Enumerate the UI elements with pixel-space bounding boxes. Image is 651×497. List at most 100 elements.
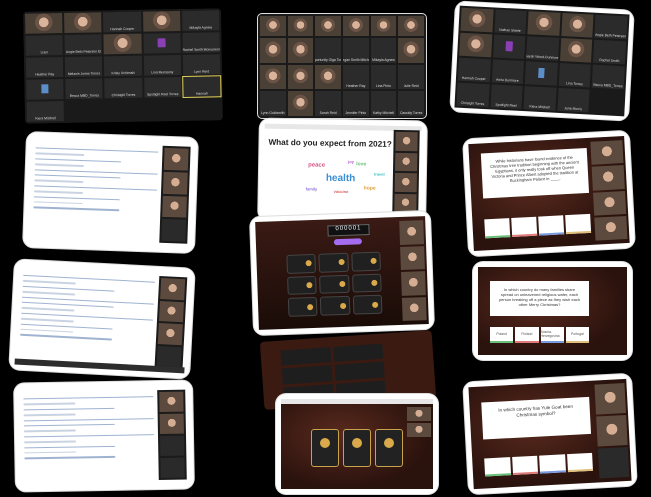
participant-name: Christgirl Torres xyxy=(111,92,136,98)
participant-name: Liam xyxy=(40,50,49,55)
participant-tile: Lina Torres xyxy=(558,62,592,88)
quiz-question-2: In which country do many families share … xyxy=(490,281,589,317)
participant-tile: Spotlight Reel xyxy=(490,84,523,110)
participant-tile: Christgirl Torres xyxy=(104,77,143,99)
participant-name: Mikayla Agnew xyxy=(189,25,213,30)
participant-tile xyxy=(492,34,526,60)
start-button[interactable] xyxy=(333,238,363,246)
word-cloud-card: What do you expect from 2021? health peac… xyxy=(258,118,427,224)
participant-tile: Lina Munsamy xyxy=(143,54,181,76)
participant-tile: Sarah Reid xyxy=(315,91,341,116)
participant-tile: Heather Ray xyxy=(342,64,369,90)
participant-tile: Sarah Wood-Dunmore xyxy=(526,36,560,61)
participant-tile: Becca MBD_Torres xyxy=(65,78,103,100)
word-cloud-title: What do you expect from 2021? xyxy=(268,137,392,149)
participant-name: Hannah Cooper xyxy=(110,26,135,32)
participant-name: Angie Beth Petersen Et xyxy=(65,49,102,54)
participant-tile: Jane Morris xyxy=(557,87,590,113)
participant-tile xyxy=(142,10,181,32)
participant-tile: Rachel Smith xyxy=(593,39,627,65)
participant-name: Kiera Mitchell xyxy=(35,116,56,121)
card-game-card xyxy=(276,394,438,494)
participant-name: Jennifer Pinto xyxy=(345,111,367,115)
participant-name: Mikayla Agnew xyxy=(372,57,395,62)
participant-name: Melanie Jones Torres xyxy=(67,71,101,76)
answer-4[interactable]: Portugal xyxy=(565,327,589,343)
participant-name: Megan Smith Mitchell xyxy=(343,57,369,62)
participant-tile: Mikayla Agnew xyxy=(181,10,220,31)
participant-tile: Angie Beth Petersen xyxy=(594,14,628,40)
participant-tile xyxy=(260,16,286,36)
participant-name: Nathan Steele xyxy=(499,27,521,33)
answer-3[interactable]: Bosnia-Herzegovina xyxy=(540,327,564,343)
answer-1[interactable]: Poland xyxy=(490,327,514,343)
participant-tile: Hannah Cooper xyxy=(103,11,141,33)
participant-name: Jane Morris xyxy=(564,106,583,112)
participant-tile: Kathy Mitchell xyxy=(370,91,397,116)
word-cloud-word: vaccine xyxy=(333,188,349,195)
word-cloud-word: love xyxy=(356,161,367,168)
participant-name: Sarah Wood-Dunmore xyxy=(526,54,560,60)
word-cloud: health peace love hope family vaccine travel jo… xyxy=(304,158,395,200)
answer-2[interactable]: Finland xyxy=(515,327,539,343)
participant-name: Rachel Smith Monument xyxy=(182,47,220,52)
participant-tile: Angie Beth Petersen Et xyxy=(64,34,103,56)
participant-name: Lina Munsamy xyxy=(151,70,174,75)
participant-tile xyxy=(25,13,63,34)
chat-doc-card-2 xyxy=(9,259,195,379)
participant-tile xyxy=(398,16,424,36)
participant-tile: Mikayla Agnew xyxy=(370,37,397,63)
participant-tile: Lynn Reid xyxy=(182,54,221,75)
participant-tile: Hannah Cooper xyxy=(457,57,491,83)
participant-tile xyxy=(287,37,314,63)
participant-name: Angie Beth Petersen xyxy=(594,32,627,39)
quiz-question-1: While historians have found evidence of … xyxy=(480,147,590,199)
word-cloud-word: family xyxy=(305,186,318,192)
quiz-card-2: In which country do many families share … xyxy=(473,262,632,360)
participant-tile: Julie Reid xyxy=(398,64,424,90)
participant-name: Spotlight Reel xyxy=(495,102,517,108)
participant-tile xyxy=(398,37,424,63)
word-cloud-word: health xyxy=(325,172,356,185)
participant-tile xyxy=(287,91,314,116)
participant-name: Hannah xyxy=(195,91,208,96)
participant-name: Sarah Reid xyxy=(319,111,337,115)
game-score: 000001 xyxy=(327,224,370,237)
participant-name: Lina Torres xyxy=(565,81,583,87)
participant-name: Christgirl Torres xyxy=(460,100,485,107)
participant-name: Opportunity Olga Torres xyxy=(315,57,341,62)
participant-name: Becca MBD_Torres xyxy=(593,82,623,89)
participant-tile: Hannah xyxy=(181,75,222,98)
participant-tile xyxy=(524,61,558,86)
participant-tile: Spotlight Reel Torres xyxy=(143,76,182,98)
participant-tile: Christgirl Torres xyxy=(456,82,490,108)
participant-name: Becca MBD_Torres xyxy=(69,93,99,98)
word-cloud-word: hope xyxy=(363,185,376,192)
zoom-gallery-left: Hannah Cooper Mikayla Agnew Liam Angie Beth… xyxy=(23,8,223,124)
participant-name: Julie Reid xyxy=(403,84,419,89)
participant-name: Lynn Reid xyxy=(193,69,210,74)
participant-name: Cassidy Torres xyxy=(399,111,423,115)
participant-tile xyxy=(459,32,492,58)
participant-name: Rachel Smith xyxy=(599,57,620,64)
word-cloud-word: travel xyxy=(373,171,385,177)
participant-tile xyxy=(315,64,341,90)
participant-tile: Kristy Uchimaki xyxy=(104,55,142,77)
participant-tile: Becca MBD_Torres xyxy=(592,64,625,90)
quiz-card-3: In which country has Yule Goat been Chri… xyxy=(463,373,637,495)
participant-tile: Lynn Goldsmith xyxy=(260,91,286,116)
participant-name: Kristy Uchimaki xyxy=(111,70,135,76)
participant-name: Spotlight Reel Torres xyxy=(146,92,179,97)
participant-tile: Heather Ray xyxy=(25,57,64,78)
participant-tile: Kiera Mitchell xyxy=(26,101,65,122)
participant-tile xyxy=(460,7,494,33)
participant-name: Lynn Goldsmith xyxy=(261,111,285,115)
participant-tile xyxy=(260,37,286,63)
participant-tile xyxy=(559,37,593,63)
participant-name: Heather Ray xyxy=(346,84,366,89)
participant-tile xyxy=(370,16,397,36)
participant-tile xyxy=(260,64,286,90)
participant-name: Hannah Cooper xyxy=(461,75,486,82)
participant-tile: Kiera Mitchell xyxy=(523,86,557,111)
participant-name: Heather Ray xyxy=(35,72,55,77)
